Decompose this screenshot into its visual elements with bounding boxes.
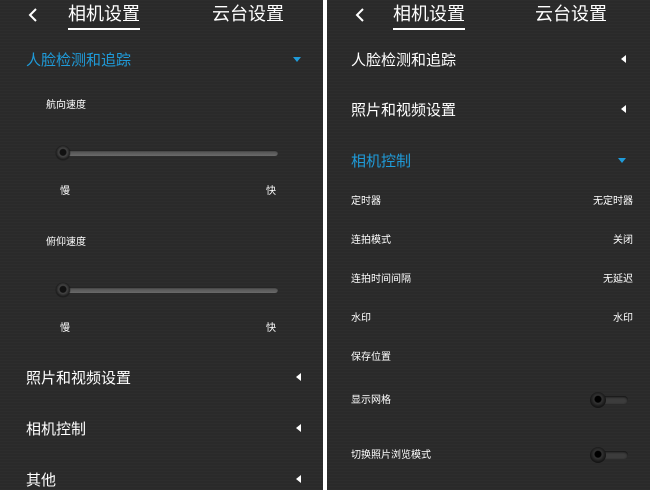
section-label: 其他 <box>26 471 57 489</box>
left-panel: 相机设置 云台设置 人脸检测和追踪 航向速度 慢 快 俯仰速度 慢 快 照片和视… <box>0 0 323 490</box>
setting-label: 显示网格 <box>351 395 391 406</box>
section-camera-control[interactable]: 相机控制 <box>327 143 650 179</box>
chevron-down-icon <box>293 57 301 62</box>
section-label: 相机控制 <box>26 420 87 438</box>
tab-camera-settings[interactable]: 相机设置 <box>68 4 140 30</box>
chevron-left-icon <box>296 373 301 381</box>
setting-value: 无定时器 <box>593 196 633 207</box>
setting-label: 定时器 <box>351 196 381 207</box>
section-label: 相机控制 <box>351 152 412 170</box>
back-arrow-icon <box>355 8 364 22</box>
section-label: 人脸检测和追踪 <box>351 51 457 69</box>
back-arrow-icon <box>28 8 37 22</box>
show-grid-toggle[interactable] <box>590 392 628 408</box>
slider-thumb[interactable] <box>56 283 70 297</box>
fast-label: 快 <box>266 323 276 334</box>
setting-row-save-location[interactable]: 保存位置 <box>327 343 650 373</box>
section-other[interactable]: 其他 <box>0 462 323 490</box>
setting-label: 水印 <box>351 313 371 324</box>
chevron-left-icon <box>621 105 626 113</box>
setting-row-burst-mode[interactable]: 连拍模式 关闭 <box>327 226 650 256</box>
tilt-speed-slider[interactable] <box>56 283 278 297</box>
setting-value: 水印 <box>613 313 633 324</box>
slow-label: 慢 <box>60 186 70 197</box>
section-camera-control[interactable]: 相机控制 <box>0 411 323 447</box>
section-photo-video-settings[interactable]: 照片和视频设置 <box>327 92 650 128</box>
chevron-left-icon <box>621 55 626 63</box>
section-photo-video-settings[interactable]: 照片和视频设置 <box>0 360 323 396</box>
fast-label: 快 <box>266 186 276 197</box>
setting-value: 关闭 <box>613 235 633 246</box>
chevron-left-icon <box>296 424 301 432</box>
chevron-left-icon <box>296 475 301 483</box>
setting-label: 切换照片浏览模式 <box>351 450 431 461</box>
section-label: 照片和视频设置 <box>26 369 132 387</box>
back-button[interactable] <box>351 0 371 30</box>
header: 相机设置 云台设置 <box>327 0 650 30</box>
slow-label: 慢 <box>60 323 70 334</box>
toggle-knob <box>590 447 606 463</box>
setting-label: 连拍模式 <box>351 235 391 246</box>
photo-browse-mode-toggle[interactable] <box>590 447 628 463</box>
chevron-down-icon <box>618 158 626 163</box>
tilt-speed-label: 俯仰速度 <box>46 237 86 248</box>
section-label: 人脸检测和追踪 <box>26 51 132 69</box>
tab-camera-settings[interactable]: 相机设置 <box>393 4 465 30</box>
setting-label: 连拍时间间隔 <box>351 274 411 285</box>
setting-row-watermark[interactable]: 水印 水印 <box>327 304 650 334</box>
setting-label: 保存位置 <box>351 352 391 363</box>
back-button[interactable] <box>24 0 44 30</box>
section-face-tracking[interactable]: 人脸检测和追踪 <box>0 42 323 78</box>
setting-value: 无延迟 <box>603 274 633 285</box>
toggle-knob <box>590 392 606 408</box>
header: 相机设置 云台设置 <box>0 0 323 30</box>
setting-row-burst-interval[interactable]: 连拍时间间隔 无延迟 <box>327 265 650 295</box>
section-label: 照片和视频设置 <box>351 101 457 119</box>
setting-row-timer[interactable]: 定时器 无定时器 <box>327 187 650 217</box>
slider-track <box>62 150 278 156</box>
tab-gimbal-settings[interactable]: 云台设置 <box>212 4 284 26</box>
section-face-tracking[interactable]: 人脸检测和追踪 <box>327 42 650 78</box>
tab-gimbal-settings[interactable]: 云台设置 <box>535 4 607 26</box>
slider-thumb[interactable] <box>56 146 70 160</box>
right-panel: 相机设置 云台设置 人脸检测和追踪 照片和视频设置 相机控制 定时器 无定时器 … <box>327 0 650 490</box>
pan-speed-label: 航向速度 <box>46 100 86 111</box>
slider-track <box>62 287 278 293</box>
pan-speed-slider[interactable] <box>56 146 278 160</box>
